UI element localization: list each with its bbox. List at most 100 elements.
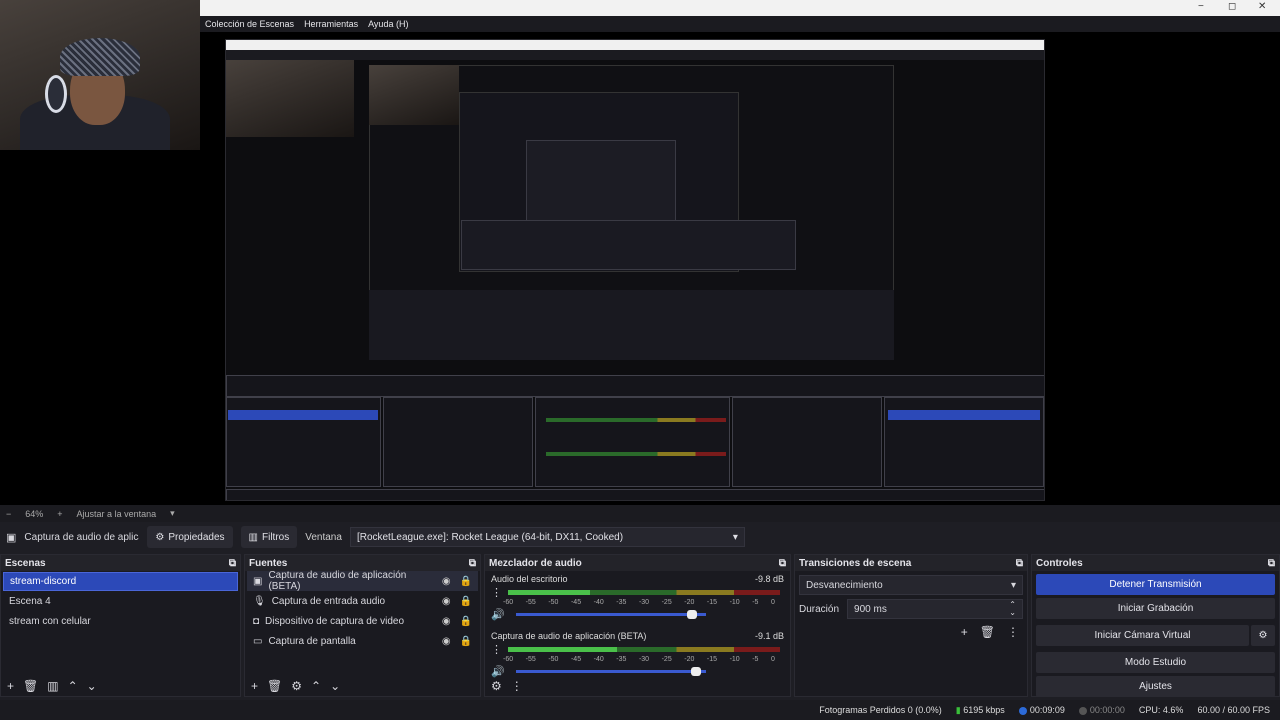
eye-icon[interactable]: ◉ [442,596,451,607]
scene-item[interactable]: Escena 4 [3,592,238,611]
start-recording-button[interactable]: Iniciar Grabación [1036,598,1275,619]
sources-toolbar: + 🗑 ⚙ ⌃ ⌄ [245,676,480,696]
scale-tick: -15 [706,656,718,663]
more-icon[interactable]: ⋮ [491,643,502,656]
zoom-out-button[interactable]: − [6,509,11,519]
fit-to-window-select[interactable]: Ajustar a la ventana [77,509,157,519]
filter-icon: ▥ [248,531,258,543]
camera-icon: ◘ [253,615,260,627]
scale-tick: -55 [525,599,536,606]
undock-icon[interactable]: ⧉ [469,558,476,569]
eye-icon[interactable]: ◉ [442,576,451,587]
menu-scene-collection[interactable]: Colección de Escenas [205,19,294,29]
scene-item[interactable]: stream-discord [3,572,238,591]
source-item[interactable]: ◘ Dispositivo de captura de video ◉ 🔒 [247,611,478,631]
volume-slider[interactable] [515,610,706,619]
stream-time: 00:09:09 [1018,705,1065,715]
arrow-down-icon[interactable]: ⌄ [87,679,97,693]
scale-tick: -5 [752,656,759,663]
arrow-up-icon[interactable]: ⌃ [68,679,78,693]
virtual-cam-settings-button[interactable]: ⚙ [1251,625,1275,646]
eye-icon[interactable]: ◉ [442,616,451,627]
status-bar: Fotogramas Perdidos 0 (0.0%) ▮ 6195 kbps… [0,700,1280,720]
scale-tick: -20 [684,599,695,606]
lock-icon[interactable]: 🔒 [460,576,472,587]
add-icon[interactable]: + [7,679,14,693]
zoom-bar: − 64% + Ajustar a la ventana ▾ [0,505,1280,522]
scale-tick: -30 [638,656,650,663]
duration-input[interactable]: 900 ms ⌃ ⌄ [847,599,1023,619]
volume-slider[interactable] [515,667,706,676]
scale-tick: 0 [770,599,775,606]
add-icon[interactable]: + [961,625,968,639]
gear-icon: ⚙ [155,531,165,543]
more-icon[interactable]: ⋮ [491,586,502,599]
properties-button[interactable]: ⚙ Propiedades [147,526,233,548]
more-icon[interactable]: ⋮ [1007,625,1019,639]
maximize-button[interactable]: ◻ [1228,1,1236,12]
start-virtual-cam-button[interactable]: Iniciar Cámara Virtual [1036,625,1249,646]
volume-meter [508,590,780,595]
lock-icon[interactable]: 🔒 [460,596,472,607]
arrow-up-icon[interactable]: ⌃ [311,679,321,693]
gear-icon[interactable]: ⚙ [291,679,302,693]
signal-icon: ▮ [955,704,961,715]
speaker-icon[interactable]: 🔊 [491,608,505,621]
channel-name: Captura de audio de aplicación (BETA) [491,631,647,641]
scale-tick: -10 [729,599,740,606]
arrow-down-icon[interactable]: ⌄ [330,679,340,693]
add-icon[interactable]: + [251,679,258,693]
rec-time: 00:00:00 [1078,705,1125,715]
advanced-audio-icon[interactable]: ⚙ [491,679,502,693]
zoom-in-button[interactable]: + [57,509,62,519]
scale-tick: -35 [616,599,627,606]
window-titlebar: − ◻ ✕ [200,0,1280,16]
controls-dock: Controles ⧉ Detener Transmisión Iniciar … [1031,554,1280,697]
eye-icon[interactable]: ◉ [442,636,451,647]
trash-icon[interactable]: 🗑 [267,679,282,693]
trash-icon[interactable]: 🗑 [980,625,995,639]
undock-icon[interactable]: ⧉ [229,558,236,569]
scenes-title: Escenas ⧉ [1,555,240,571]
window-select[interactable]: [RocketLeague.exe]: Rocket League (64-bi… [349,527,745,547]
mixer-channel: Captura de audio de aplicación (BETA) -9… [485,628,790,681]
source-item[interactable]: ▣ Captura de audio de aplicación (BETA) … [247,570,478,592]
scale-tick: -15 [706,599,718,606]
transition-select[interactable]: Desvanecimiento ▾ [799,575,1023,595]
window-label: Ventana [305,531,342,543]
chevron-down-icon[interactable]: ▾ [170,508,175,519]
program-preview: − ◻ ✕ Colección de Escenas Herramientas … [0,0,1280,505]
lock-icon[interactable]: 🔒 [460,616,472,627]
scale-tick: -25 [661,599,672,606]
menubar: Colección de Escenas Herramientas Ayuda … [200,16,1280,32]
scene-item[interactable]: stream con celular [3,612,238,631]
source-item[interactable]: ▭ Captura de pantalla ◉ 🔒 [247,631,478,651]
cpu-usage: CPU: 4.6% [1138,705,1184,715]
lock-icon[interactable]: 🔒 [460,636,472,647]
studio-mode-button[interactable]: Modo Estudio [1036,652,1275,673]
undock-icon[interactable]: ⧉ [779,558,786,569]
menu-tools[interactable]: Herramientas [304,19,358,29]
duration-label: Duración [799,603,840,615]
more-icon[interactable]: ⋮ [511,679,523,693]
undock-icon[interactable]: ⧉ [1268,558,1275,569]
stepper-icon[interactable]: ⌃ ⌄ [1009,601,1016,617]
close-button[interactable]: ✕ [1258,1,1266,12]
scale-tick: -40 [593,599,604,606]
monitor-icon: ▭ [253,635,263,647]
scale-tick: -50 [548,599,559,606]
filter-icon[interactable]: ▥ [47,679,58,693]
scale-tick: -30 [638,599,650,606]
settings-button[interactable]: Ajustes [1036,676,1275,697]
channel-db: -9.8 dB [754,574,784,584]
stop-stream-button[interactable]: Detener Transmisión [1036,574,1275,595]
scale-tick: -55 [525,656,536,663]
source-item[interactable]: 🎙 Captura de entrada audio ◉ 🔒 [247,591,478,611]
scale-tick: -10 [729,656,740,663]
filters-button[interactable]: ▥ Filtros [240,526,298,548]
trash-icon[interactable]: 🗑 [23,679,38,693]
minimize-button[interactable]: − [1198,1,1204,12]
undock-icon[interactable]: ⧉ [1016,558,1023,569]
scale-tick: -5 [752,599,759,606]
menu-help[interactable]: Ayuda (H) [368,19,408,29]
